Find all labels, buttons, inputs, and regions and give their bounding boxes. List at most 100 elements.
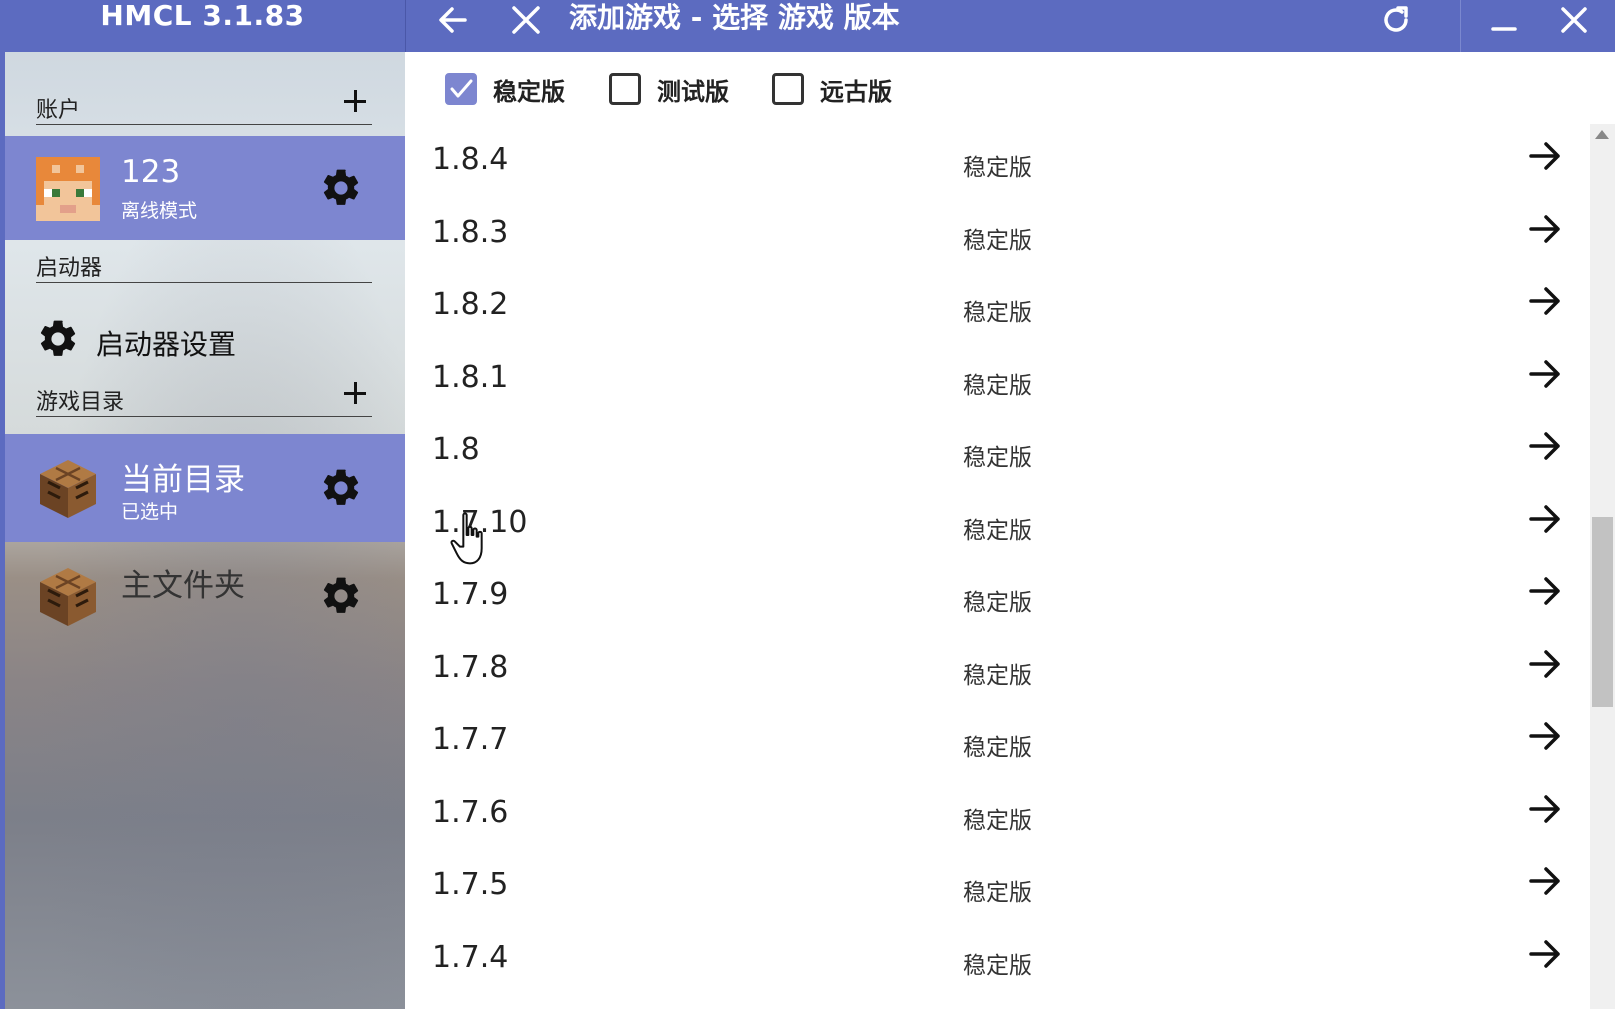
version-row[interactable]: 1.7.8 稳定版 xyxy=(405,632,1590,704)
version-id: 1.8.2 xyxy=(432,287,509,322)
refresh-icon xyxy=(1384,6,1408,32)
version-type: 稳定版 xyxy=(963,662,1032,689)
version-type: 稳定版 xyxy=(963,300,1032,326)
arrow-right-icon[interactable] xyxy=(1525,644,1565,684)
version-row[interactable]: 1.8.4 稳定版 xyxy=(405,124,1590,196)
version-row[interactable]: 1.8.2 稳定版 xyxy=(405,269,1590,341)
sidebar-item-current-directory[interactable]: 当前目录 已选中 xyxy=(5,434,405,542)
section-label: 游戏目录 xyxy=(36,390,125,415)
arrow-right-icon[interactable] xyxy=(1525,934,1565,974)
launcher-section-header: 启动器 xyxy=(36,248,372,283)
crafting-table-icon xyxy=(40,568,96,626)
add-account-icon[interactable] xyxy=(342,88,368,114)
crafting-table-icon xyxy=(40,460,96,518)
gear-icon xyxy=(323,469,359,505)
version-id: 1.8.1 xyxy=(432,359,509,395)
minimize-button[interactable] xyxy=(1482,0,1526,40)
section-label: 账户 xyxy=(36,98,81,123)
arrow-right-icon[interactable] xyxy=(1525,499,1565,539)
arrow-right-icon[interactable] xyxy=(1525,354,1565,394)
avatar xyxy=(36,157,100,221)
filter-release-checkbox[interactable]: 稳定版 xyxy=(445,70,565,108)
version-type: 稳定版 xyxy=(963,155,1032,181)
arrow-right-icon[interactable] xyxy=(1525,281,1565,321)
version-row[interactable]: 1.8 稳定版 xyxy=(405,414,1590,486)
directory-name: 当前目录 xyxy=(121,462,245,498)
version-type: 稳定版 xyxy=(963,227,1032,254)
version-type: 稳定版 xyxy=(963,517,1032,544)
version-filter-bar: 稳定版 测试版 远古版 xyxy=(405,52,1615,124)
version-id: 1.7.5 xyxy=(432,867,509,902)
check-icon xyxy=(450,79,473,98)
version-row[interactable]: 1.7.10 稳定版 xyxy=(405,487,1590,559)
version-row[interactable]: 1.7.4 稳定版 xyxy=(405,922,1590,994)
gear-icon xyxy=(323,169,359,205)
close-page-button[interactable] xyxy=(504,0,548,40)
directory-settings-button[interactable] xyxy=(319,466,363,510)
close-icon xyxy=(1561,7,1587,33)
account-name: 123 xyxy=(121,154,181,190)
arrow-right-icon[interactable] xyxy=(1525,571,1565,611)
arrow-right-icon[interactable] xyxy=(1525,426,1565,466)
page-title: 添加游戏 - 选择 游戏 版本 xyxy=(569,1,900,34)
app-titlebar: HMCL 3.1.83 xyxy=(0,0,405,52)
filter-label: 测试版 xyxy=(657,77,729,106)
window-close-button[interactable] xyxy=(1552,0,1596,40)
checkbox-box xyxy=(609,73,641,105)
directory-name: 主文件夹 xyxy=(121,568,245,604)
launcher-settings-button[interactable]: 启动器设置 xyxy=(36,317,336,361)
directory-status: 已选中 xyxy=(121,501,179,523)
sidebar-item-account[interactable]: 123 离线模式 xyxy=(5,136,405,240)
arrow-right-icon[interactable] xyxy=(1525,861,1565,901)
filter-label: 远古版 xyxy=(820,77,892,106)
version-type: 稳定版 xyxy=(963,735,1032,761)
launcher-settings-label: 启动器设置 xyxy=(96,328,237,361)
close-icon xyxy=(512,6,540,34)
app-title: HMCL 3.1.83 xyxy=(100,0,305,32)
back-button[interactable] xyxy=(431,0,475,40)
arrow-left-icon xyxy=(439,7,467,33)
version-row[interactable]: 1.7.7 稳定版 xyxy=(405,704,1590,776)
gear-icon xyxy=(323,577,359,613)
version-type: 稳定版 xyxy=(963,952,1032,979)
version-row[interactable]: 1.7.5 稳定版 xyxy=(405,849,1590,921)
filter-old-checkbox[interactable]: 远古版 xyxy=(772,70,892,108)
version-type: 稳定版 xyxy=(963,372,1032,399)
directory-settings-button[interactable] xyxy=(319,574,363,618)
version-type: 稳定版 xyxy=(963,590,1032,616)
version-id: 1.7.6 xyxy=(432,794,509,830)
arrow-right-icon[interactable] xyxy=(1525,209,1565,249)
version-id: 1.8.4 xyxy=(432,142,509,177)
version-row[interactable]: 1.8.1 稳定版 xyxy=(405,342,1590,414)
sidebar-item-home-directory[interactable]: 主文件夹 xyxy=(5,542,405,650)
version-type: 稳定版 xyxy=(963,807,1032,834)
checkbox-box xyxy=(772,73,804,105)
scroll-thumb[interactable] xyxy=(1592,517,1613,707)
sidebar: 账户 123 离线模式 启动器 启动器设置 游戏目录 当前目录 已选中 主文件夹 xyxy=(0,52,405,1009)
version-id: 1.7.8 xyxy=(432,649,509,685)
add-directory-icon[interactable] xyxy=(342,380,368,406)
page-toolbar: 添加游戏 - 选择 游戏 版本 xyxy=(405,0,1615,52)
scrollbar[interactable] xyxy=(1590,124,1615,1009)
version-list: 1.8.4 稳定版 1.8.3 稳定版 1.8.2 稳定版 1.8.1 稳定版 1.8 稳定版 1.… xyxy=(405,124,1590,1009)
version-row[interactable]: 1.7.9 稳定版 xyxy=(405,559,1590,631)
refresh-button[interactable] xyxy=(1374,0,1418,40)
minimize-icon xyxy=(1491,27,1517,31)
checkbox-box xyxy=(445,73,477,105)
gear-icon xyxy=(40,320,76,356)
version-id: 1.7.9 xyxy=(432,577,509,612)
scroll-up-icon[interactable] xyxy=(1595,130,1609,139)
arrow-right-icon[interactable] xyxy=(1525,136,1565,176)
filter-snapshot-checkbox[interactable]: 测试版 xyxy=(609,70,729,108)
version-id: 1.7.10 xyxy=(432,504,528,540)
version-id: 1.8 xyxy=(432,432,480,467)
account-mode: 离线模式 xyxy=(121,200,198,222)
version-row[interactable]: 1.7.6 稳定版 xyxy=(405,777,1590,849)
arrow-right-icon[interactable] xyxy=(1525,789,1565,829)
version-row[interactable]: 1.8.3 稳定版 xyxy=(405,197,1590,269)
version-id: 1.8.3 xyxy=(432,214,509,250)
arrow-right-icon[interactable] xyxy=(1525,716,1565,756)
account-settings-button[interactable] xyxy=(319,166,363,210)
version-type: 稳定版 xyxy=(963,880,1032,906)
version-id: 1.7.4 xyxy=(432,939,509,975)
